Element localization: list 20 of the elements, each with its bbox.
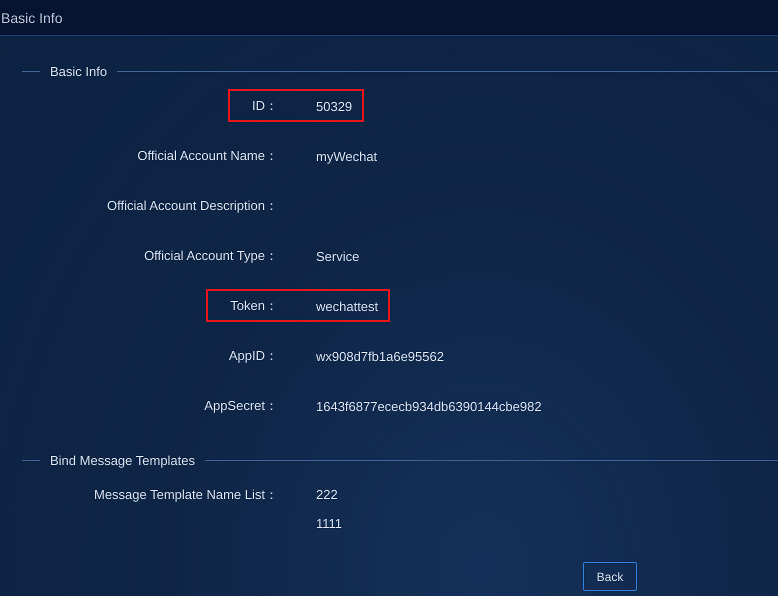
field-label: AppID： [228, 348, 278, 363]
field-value: wechattest [316, 298, 378, 314]
section-title: Basic Info [49, 64, 108, 78]
field-value: Service [316, 248, 360, 264]
field-label: AppSecret： [204, 398, 278, 413]
field-value: 1643f6877ececb934db6390144cbe982 [316, 398, 542, 414]
field-label: Message Template Name List： [94, 486, 278, 502]
field-label: Official Account Type： [144, 248, 278, 263]
section-title: Bind Message Templates [49, 452, 196, 468]
field-label: Token： [230, 298, 278, 313]
field-value: 1111 [316, 516, 342, 531]
back-button[interactable]: Back [583, 562, 637, 591]
field-value: myWechat [316, 148, 378, 164]
field-label: ID： [252, 98, 278, 113]
page-title: Basic Info [0, 10, 62, 26]
field-value: wx908d7fb1a6e95562 [316, 348, 444, 364]
field-label: Official Account Name： [137, 148, 278, 163]
field-label: Official Account Description： [107, 198, 278, 213]
field-value: 50329 [316, 98, 352, 114]
field-value: 222 [316, 487, 338, 502]
